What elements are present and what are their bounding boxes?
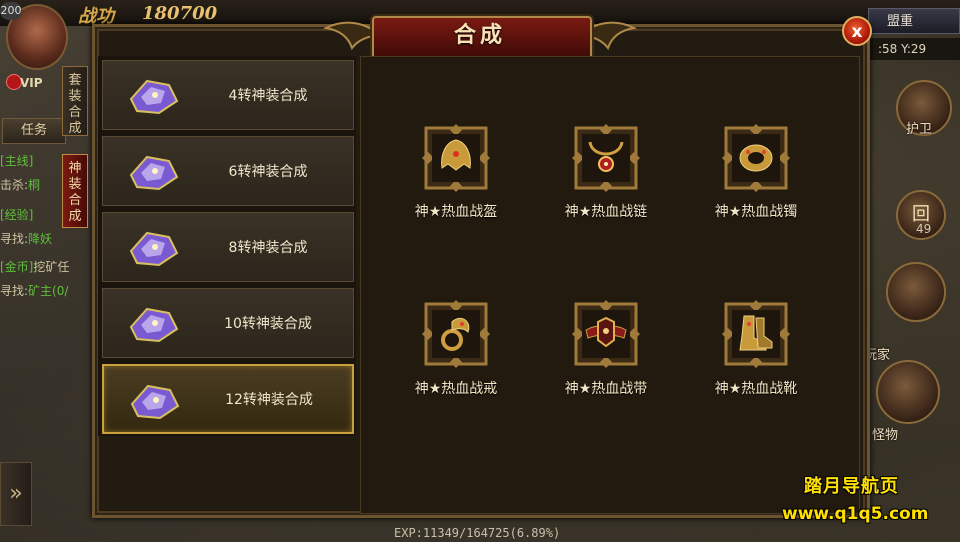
belt-icon[interactable] xyxy=(572,300,640,368)
tab-divine-synthesis[interactable]: 神 装 合 成 xyxy=(62,154,88,228)
list-item-tier-4[interactable]: 4转神装合成 xyxy=(102,60,354,130)
exp-readout: EXP:11349/164725(6.89%) xyxy=(394,526,561,540)
item-name-necklace: 神★热血战链 xyxy=(564,204,648,220)
ring-icon[interactable] xyxy=(422,300,490,368)
attack-skill-button[interactable] xyxy=(886,262,946,322)
close-button[interactable]: x xyxy=(842,16,872,46)
gem-material-icon xyxy=(129,155,179,191)
vip-label[interactable]: VIP xyxy=(20,76,43,90)
item-name-boots: 神★热血战靴 xyxy=(714,381,798,397)
gem-material-icon xyxy=(129,231,179,267)
list-item-label: 6转神装合成 xyxy=(228,164,308,180)
quest-line[interactable]: [金币]挖矿任 xyxy=(0,258,95,275)
quest-line[interactable]: 寻找:矿主(0/ xyxy=(0,282,95,299)
list-item-label: 8转神装合成 xyxy=(228,240,308,256)
list-item-tier-6[interactable]: 6转神装合成 xyxy=(102,136,354,206)
list-item-tier-10[interactable]: 10转神装合成 xyxy=(102,288,354,358)
item-name-helmet: 神★热血战盔 xyxy=(414,204,498,220)
chevron-right-icon: » xyxy=(9,481,23,506)
monsters-label[interactable]: 怪物 xyxy=(872,424,898,443)
gem-material-icon xyxy=(129,79,179,115)
panel-title: 合成 xyxy=(453,23,506,48)
gem-material-icon xyxy=(130,384,180,420)
item-name-ring: 神★热血战戒 xyxy=(414,381,498,397)
bracelet-icon[interactable] xyxy=(722,124,790,192)
list-item-label: 12转神装合成 xyxy=(225,392,313,408)
tab-set-synthesis[interactable]: 套 装 合 成 xyxy=(62,66,88,136)
watermark-url: www.q1q5.com xyxy=(782,504,929,524)
item-name-belt: 神★热血战带 xyxy=(564,381,648,397)
necklace-icon[interactable] xyxy=(572,124,640,192)
list-item-label: 4转神装合成 xyxy=(228,88,308,104)
item-name-bracelet: 神★热血战镯 xyxy=(714,204,798,220)
list-item-label: 10转神装合成 xyxy=(224,316,312,332)
main-attack-button[interactable] xyxy=(876,360,940,424)
gem-material-icon xyxy=(129,307,179,343)
quest-line[interactable]: 寻找:降妖 xyxy=(0,230,95,247)
close-icon: x xyxy=(851,22,863,42)
list-item-tier-8[interactable]: 8转神装合成 xyxy=(102,212,354,282)
helmet-icon[interactable] xyxy=(422,124,490,192)
power-value: 180700 xyxy=(142,3,218,24)
guard-label: 护卫 xyxy=(906,122,933,137)
task-tab[interactable]: 任务 xyxy=(2,118,66,144)
boots-icon[interactable] xyxy=(722,300,790,368)
watermark-title: 踏月导航页 xyxy=(804,476,899,497)
alliance-button[interactable]: 盟重 xyxy=(868,8,960,34)
coordinate-readout: :58 Y:29 xyxy=(868,38,960,60)
list-item-tier-12[interactable]: 12转神装合成 xyxy=(102,364,354,434)
expand-arrow-button[interactable]: » xyxy=(0,462,32,526)
level-badge: 200 xyxy=(0,2,22,20)
item-count: 49 xyxy=(916,222,932,236)
